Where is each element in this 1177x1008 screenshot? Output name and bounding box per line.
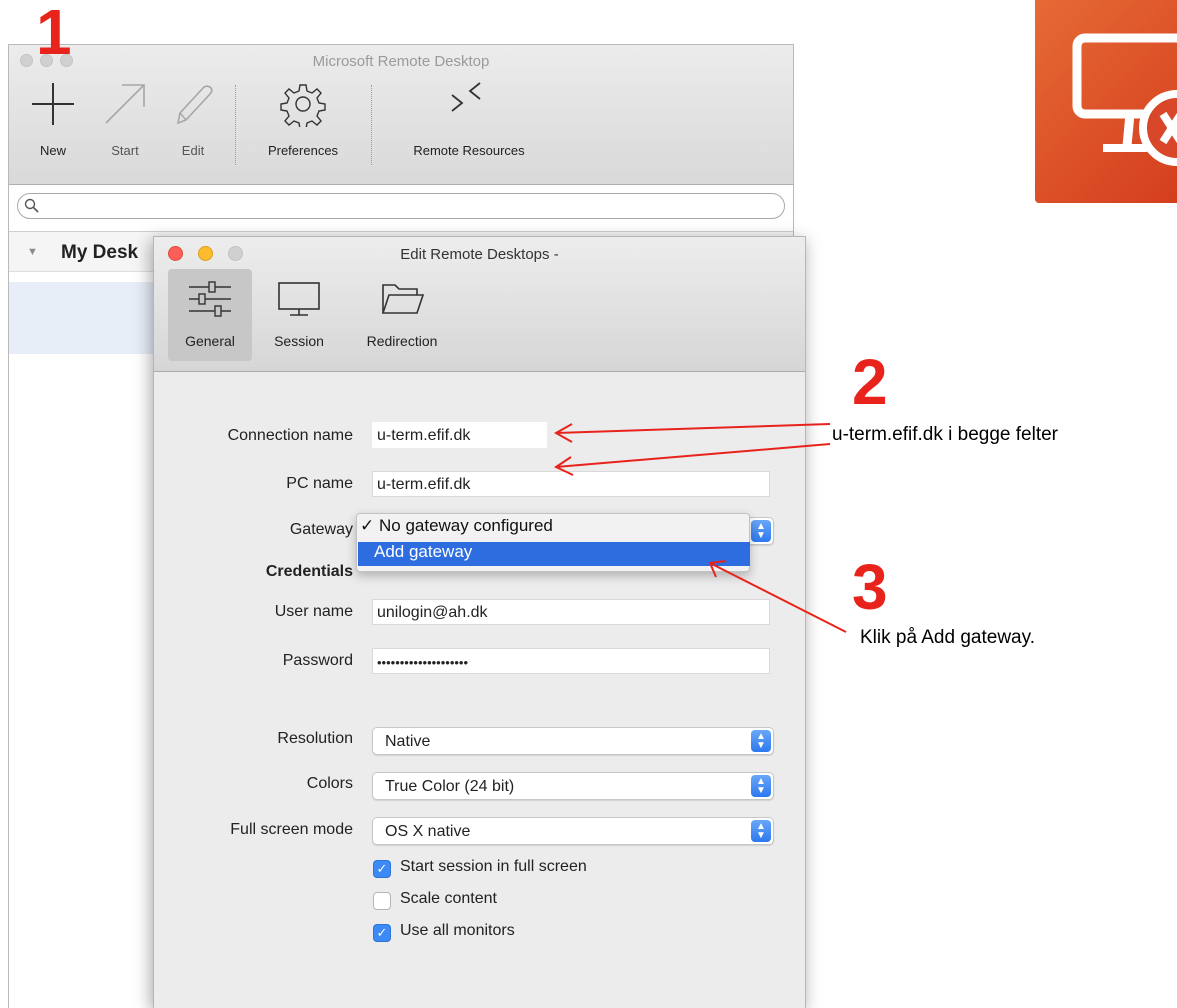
arrow-to-pc-name	[555, 443, 831, 468]
arrow-to-connection-name	[555, 423, 831, 434]
arrow-to-add-gateway	[709, 562, 847, 633]
annotation-arrows	[553, 423, 847, 633]
